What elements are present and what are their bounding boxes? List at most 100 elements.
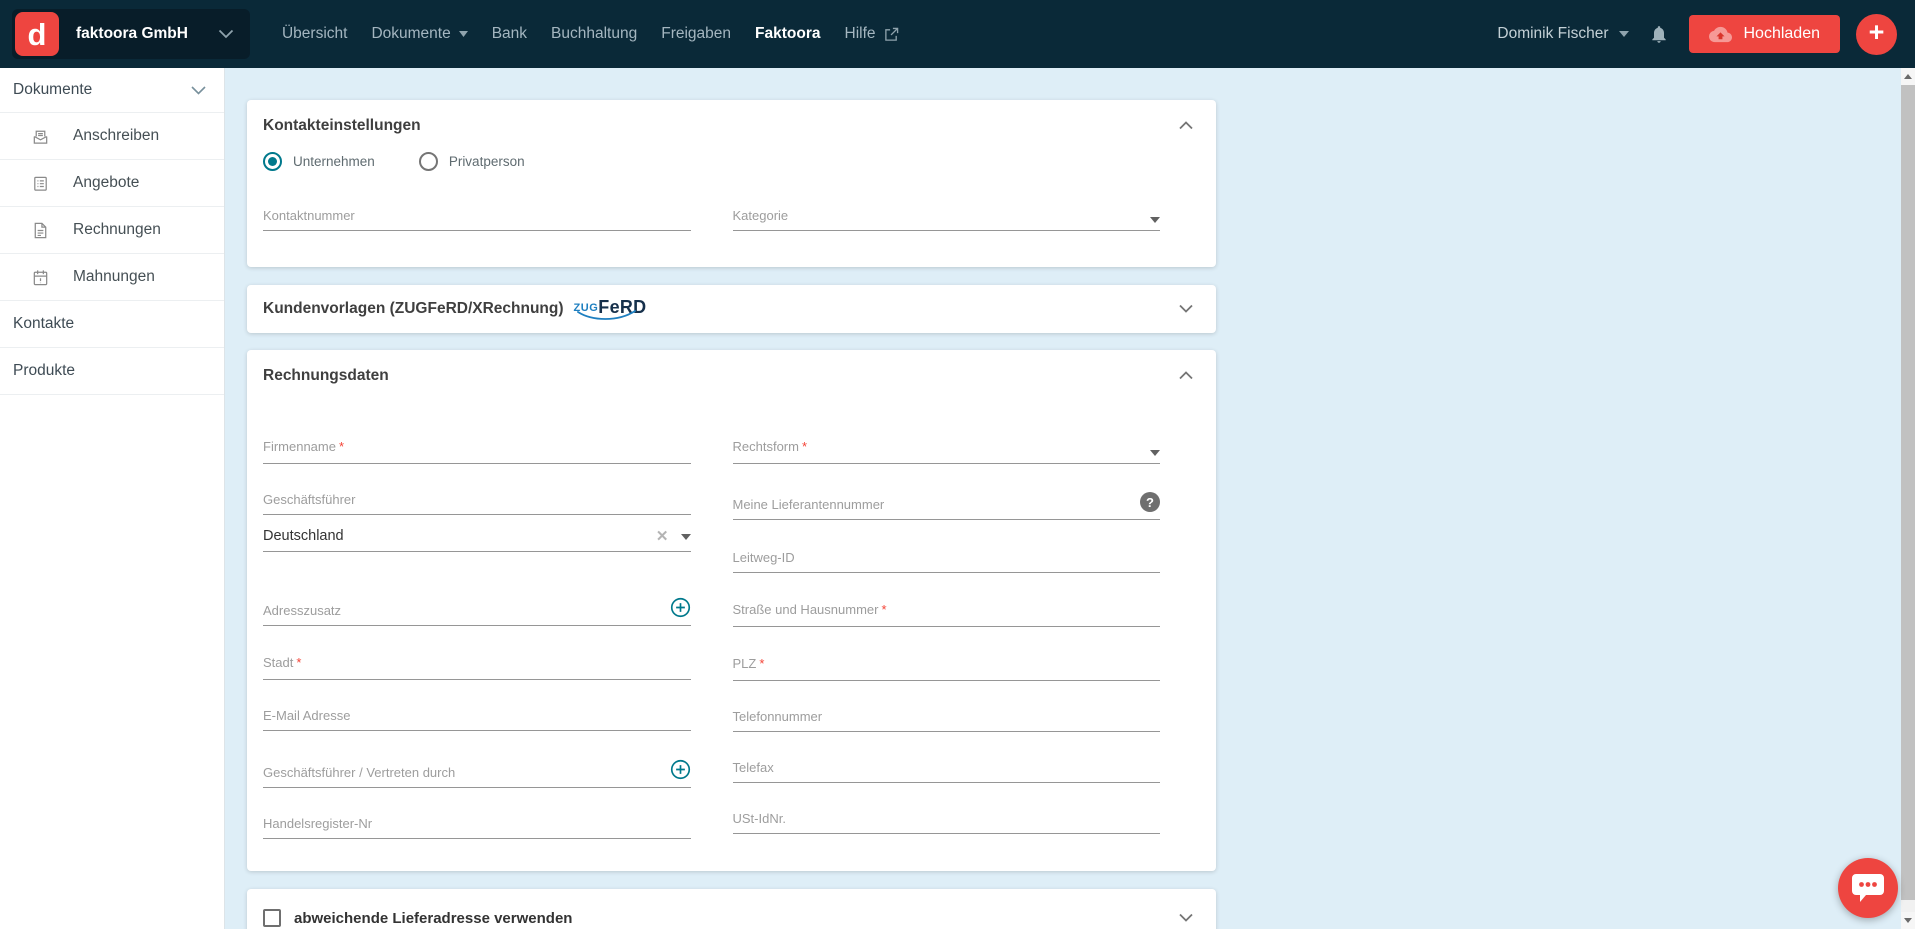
- add-button[interactable]: +: [1856, 14, 1897, 55]
- scroll-up-button[interactable]: [1901, 68, 1915, 85]
- caret-down-icon[interactable]: [1150, 450, 1160, 456]
- nav-item-label: Dokumente: [371, 25, 450, 43]
- radio-label: Unternehmen: [293, 154, 375, 169]
- plus-icon: +: [1869, 19, 1885, 46]
- required-asterisk: *: [802, 439, 807, 454]
- delivery-address-toggle[interactable]: abweichende Lieferadresse verwenden: [263, 909, 572, 927]
- field-value: Deutschland: [263, 528, 344, 544]
- scrollbar-thumb[interactable]: [1901, 85, 1915, 900]
- field-plz[interactable]: PLZ*: [733, 655, 1161, 681]
- clear-icon[interactable]: ✕: [656, 529, 669, 544]
- caret-down-icon[interactable]: [1150, 217, 1160, 223]
- field-placeholder: Handelsregister-Nr: [263, 816, 372, 831]
- invoice-data-card: Rechnungsdaten Firmenname*Geschäftsführe…: [247, 350, 1216, 871]
- field-adresszusatz[interactable]: Adresszusatz: [263, 597, 691, 626]
- chevron-down-icon: [1178, 912, 1194, 924]
- nav-item-buchhaltung[interactable]: Buchhaltung: [551, 25, 637, 43]
- expand-button[interactable]: [1176, 301, 1196, 317]
- nav-item-bank[interactable]: Bank: [492, 25, 527, 43]
- field-kontaktnummer[interactable]: Kontaktnummer: [263, 208, 691, 231]
- main-nav: Übersicht Dokumente Bank Buchhaltung Freigab…: [270, 25, 911, 43]
- nav-item-hilfe[interactable]: Hilfe: [845, 25, 899, 43]
- company-selector[interactable]: d faktoora GmbH: [12, 9, 250, 59]
- main-content: Kontakteinstellungen UnternehmenPrivatpe…: [225, 68, 1901, 929]
- field-placeholder: Meine Lieferantennummer: [733, 497, 885, 512]
- sidebar-item-angebote[interactable]: Angebote: [0, 160, 224, 207]
- collapse-button[interactable]: [1176, 367, 1196, 383]
- radio-selected-icon[interactable]: [263, 152, 282, 171]
- field-deutschland[interactable]: Deutschland ✕: [263, 528, 691, 552]
- offer-icon: [31, 174, 50, 193]
- mail-icon: [31, 127, 50, 146]
- caret-down-icon[interactable]: [681, 534, 691, 540]
- chevron-down-icon: [1178, 303, 1194, 315]
- field-stadt[interactable]: Stadt*: [263, 654, 691, 680]
- bell-icon[interactable]: [1649, 23, 1669, 45]
- nav-item-label: Faktoora: [755, 25, 820, 43]
- field-placeholder: Firmenname: [263, 439, 336, 454]
- upload-button-label: Hochladen: [1744, 25, 1821, 43]
- contact-fields-right: Kategorie: [733, 171, 1161, 231]
- field-e-mail-adresse[interactable]: E-Mail Adresse: [263, 708, 691, 731]
- field-leitweg-id[interactable]: Leitweg-ID: [733, 550, 1161, 573]
- triangle-down-icon: [1904, 918, 1912, 923]
- field-kategorie[interactable]: Kategorie: [733, 208, 1161, 231]
- triangle-up-icon: [1904, 74, 1912, 79]
- collapse-button[interactable]: [1176, 117, 1196, 133]
- scroll-down-button[interactable]: [1901, 912, 1915, 929]
- nav-item-freigaben[interactable]: Freigaben: [661, 25, 731, 43]
- add-circle-icon[interactable]: [670, 759, 691, 780]
- expand-button[interactable]: [1176, 910, 1196, 926]
- field-icons: [670, 597, 691, 618]
- sidebar-item-anschreiben[interactable]: Anschreiben: [0, 113, 224, 160]
- app-logo-letter: d: [28, 19, 47, 50]
- zugferd-logo-arc: [576, 310, 638, 322]
- help-icon[interactable]: ?: [1140, 492, 1160, 512]
- customer-templates-card: Kundenvorlagen (ZUGFeRD/XRechnung) ZUGFe…: [247, 285, 1216, 333]
- nav-item-dokumente[interactable]: Dokumente: [371, 25, 467, 43]
- field-telefonnummer[interactable]: Telefonnummer: [733, 709, 1161, 732]
- field-placeholder: Adresszusatz: [263, 603, 341, 618]
- field-geschaftsfuhrer-vertreten-durch[interactable]: Geschäftsführer / Vertreten durch: [263, 759, 691, 788]
- sidebar-item-kontakte[interactable]: Kontakte: [0, 301, 224, 348]
- nav-item-label: Bank: [492, 25, 527, 43]
- vertical-scrollbar[interactable]: [1901, 68, 1915, 929]
- nav-item-faktoora[interactable]: Faktoora: [755, 25, 820, 43]
- delivery-address-card: abweichende Lieferadresse verwenden: [247, 889, 1216, 929]
- radio-unternehmen[interactable]: Unternehmen: [263, 152, 375, 171]
- radio-unselected-icon[interactable]: [419, 152, 438, 171]
- field-firmenname[interactable]: Firmenname*: [263, 438, 691, 464]
- field-geschaftsfuhrer[interactable]: Geschäftsführer: [263, 492, 691, 515]
- sidebar-links: KontakteProdukte: [0, 301, 224, 395]
- app-logo: d: [15, 12, 59, 56]
- contact-type-radio-group: Unternehmen Privatperson: [263, 152, 1216, 171]
- upload-button[interactable]: Hochladen: [1689, 15, 1841, 53]
- add-circle-icon[interactable]: [670, 597, 691, 618]
- sidebar-item-produkte[interactable]: Produkte: [0, 348, 224, 395]
- sidebar-item-rechnungen[interactable]: Rechnungen: [0, 207, 224, 254]
- field-telefax[interactable]: Telefax: [733, 760, 1161, 783]
- nav-item-label: Übersicht: [282, 25, 347, 43]
- radio-privatperson[interactable]: Privatperson: [419, 152, 525, 171]
- field-rechtsform[interactable]: Rechtsform*: [733, 438, 1161, 464]
- user-menu[interactable]: Dominik Fischer: [1497, 25, 1628, 43]
- field-ust-idnr[interactable]: USt-IdNr.: [733, 811, 1161, 834]
- field-handelsregister-nr[interactable]: Handelsregister-Nr: [263, 816, 691, 839]
- field-placeholder: Geschäftsführer: [263, 492, 356, 507]
- contact-fields-left: Kontaktnummer: [263, 171, 691, 231]
- field-placeholder: Straße und Hausnummer: [733, 602, 879, 617]
- field-strasse-und-hausnummer[interactable]: Straße und Hausnummer*: [733, 601, 1161, 627]
- field-meine-lieferantennummer[interactable]: Meine Lieferantennummer?: [733, 492, 1161, 520]
- sidebar-items: AnschreibenAngeboteRechnungenMahnungen: [0, 113, 224, 301]
- field-placeholder: Rechtsform: [733, 439, 799, 454]
- delivery-address-label: abweichende Lieferadresse verwenden: [294, 910, 572, 927]
- delivery-address-checkbox[interactable]: [263, 909, 281, 927]
- chat-bubble-icon: [1851, 872, 1885, 904]
- field-placeholder: Telefonnummer: [733, 709, 823, 724]
- required-asterisk: *: [759, 656, 764, 671]
- chat-button[interactable]: [1838, 858, 1898, 918]
- sidebar-item-mahnungen[interactable]: Mahnungen: [0, 254, 224, 301]
- field-placeholder: Geschäftsführer / Vertreten durch: [263, 765, 455, 780]
- nav-item-ubersicht[interactable]: Übersicht: [282, 25, 347, 43]
- sidebar-section-dokumente[interactable]: Dokumente: [0, 68, 224, 113]
